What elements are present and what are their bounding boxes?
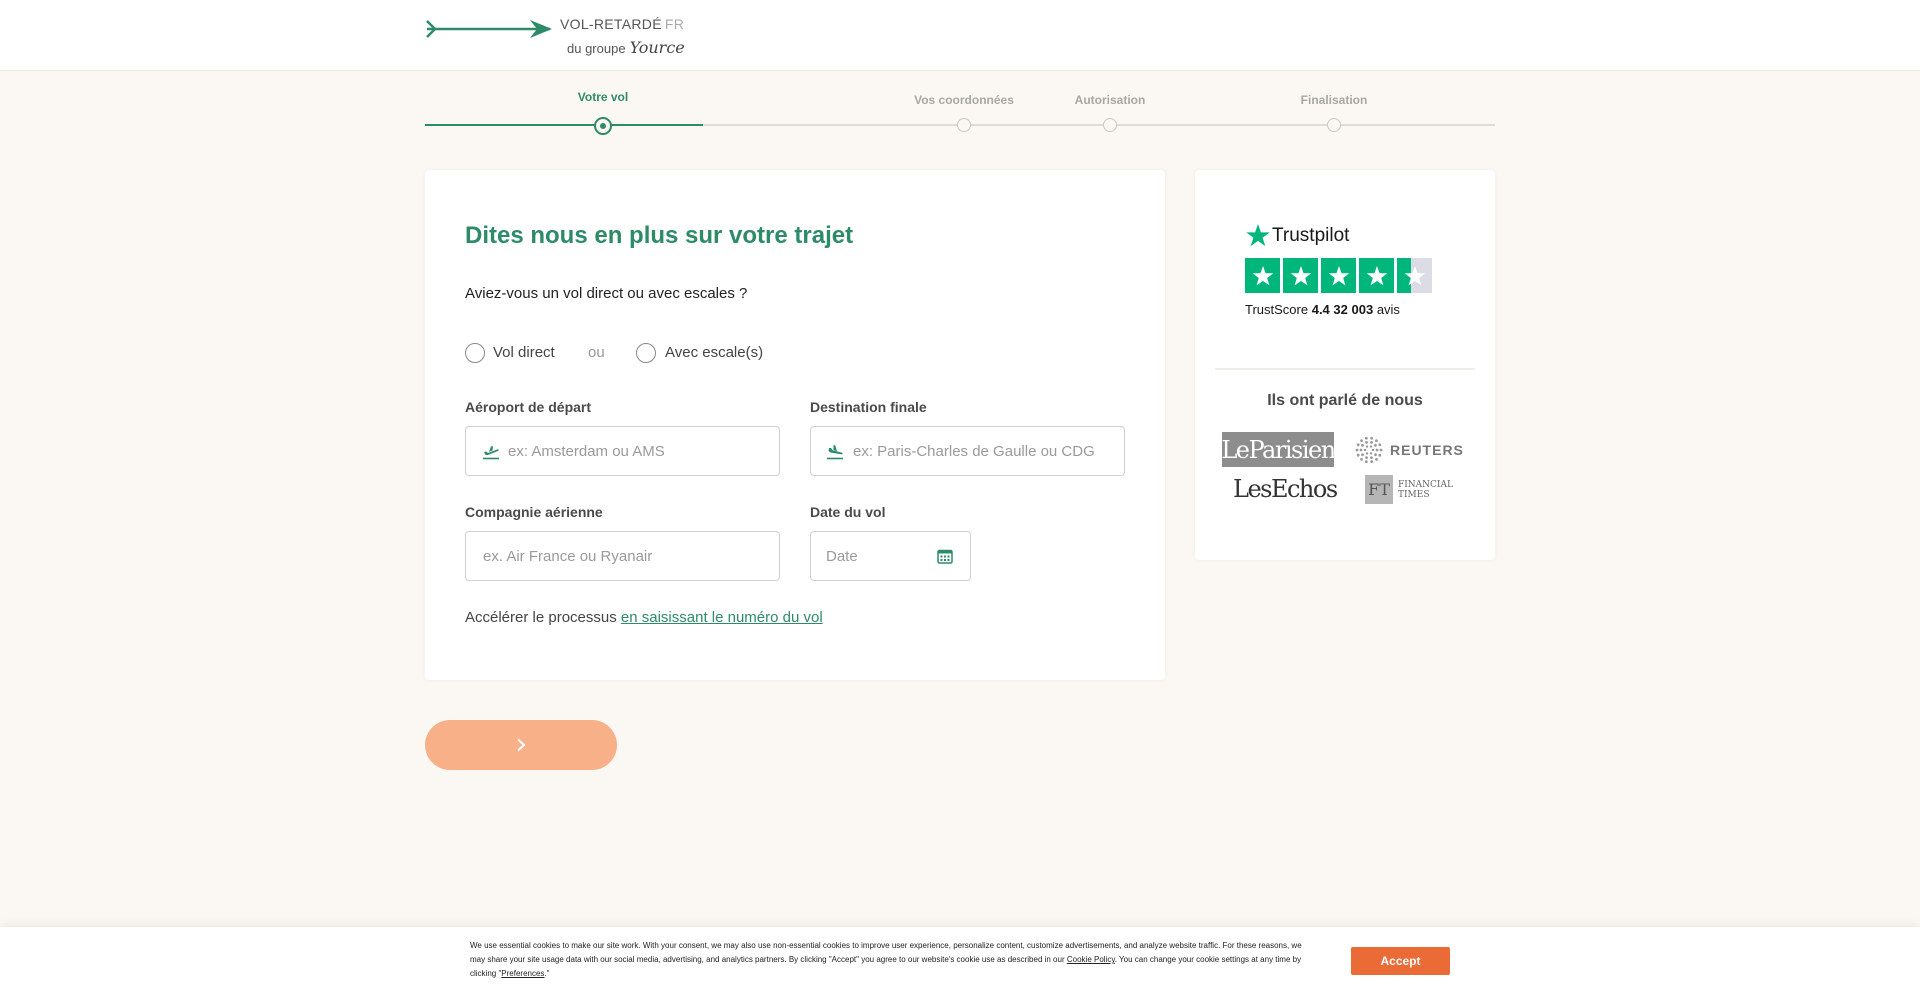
trustpilot-name: Trustpilot xyxy=(1272,225,1350,246)
progress-stepper: Votre vol Vos coordonnées Autorisation F… xyxy=(425,88,1495,138)
site-logo[interactable]: VOL-RETARDÉ FR du groupe Yource xyxy=(425,14,685,62)
site-header: VOL-RETARDÉ FR du groupe Yource xyxy=(0,0,1920,71)
stopover-flight-label[interactable]: Avec escale(s) xyxy=(665,344,763,361)
trustpilot-star-5 xyxy=(1397,258,1432,293)
press-title: Ils ont parlé de nous xyxy=(1267,392,1423,409)
airline-label: Compagnie aérienne xyxy=(465,504,603,520)
destination-label: Destination finale xyxy=(810,399,927,415)
departure-airport-input[interactable] xyxy=(465,426,780,476)
les-echos-logo: LesEchos xyxy=(1233,475,1338,503)
flight-number-link[interactable]: en saisissant le numéro du vol xyxy=(621,609,823,626)
step-label-votre-vol: Votre vol xyxy=(577,90,629,104)
step-dot-finalisation[interactable] xyxy=(1327,118,1341,132)
cookie-preferences-link[interactable]: Preferences xyxy=(501,969,544,978)
le-parisien-logo: LeParisien xyxy=(1221,432,1336,467)
stepper-line-pending xyxy=(703,124,1495,126)
logo-subtitle: du groupe Yource xyxy=(567,38,685,57)
yource-brand: Yource xyxy=(629,38,685,57)
trustpilot-review-count: 32 003 xyxy=(1333,302,1374,317)
form-title: Dites nous en plus sur votre trajet xyxy=(465,222,854,249)
radio-or-separator: ou xyxy=(588,344,605,361)
side-divider xyxy=(1215,368,1475,370)
stepper-line-complete xyxy=(425,124,703,126)
plane-arrival-icon xyxy=(827,445,843,460)
airline-input[interactable] xyxy=(465,531,780,581)
step-dot-votre-vol[interactable] xyxy=(594,117,612,135)
trustpilot-header[interactable]: Trustpilot xyxy=(1245,223,1365,249)
financial-times-logo: FT FINANCIAL TIMES xyxy=(1365,475,1465,507)
destination-airport-input[interactable] xyxy=(810,426,1125,476)
step-dot-autorisation[interactable] xyxy=(1103,118,1117,132)
logo-title: VOL-RETARDÉ FR xyxy=(560,16,685,32)
cookie-policy-link[interactable]: Cookie Policy xyxy=(1067,955,1115,964)
cookie-accept-button[interactable]: Accept xyxy=(1351,947,1450,975)
step-label-finalisation: Finalisation xyxy=(1300,93,1368,107)
trustpilot-star-3 xyxy=(1321,258,1356,293)
trustpilot-star-1 xyxy=(1245,258,1280,293)
chevron-right-icon xyxy=(517,738,526,752)
trustscore-value: 4.4 xyxy=(1311,302,1330,317)
flight-type-question: Aviez-vous un vol direct ou avec escales… xyxy=(465,285,748,302)
direct-flight-label[interactable]: Vol direct xyxy=(493,344,555,361)
cookie-banner: We use essential cookies to make our sit… xyxy=(0,927,1920,993)
departure-label: Aéroport de départ xyxy=(465,399,592,415)
trustscore-text: TrustScore 4.4 32 003 avis xyxy=(1245,302,1400,317)
flight-form-card: Dites nous en plus sur votre trajet Avie… xyxy=(425,170,1165,680)
trustpilot-rating-stars xyxy=(1245,258,1435,294)
plane-arrow-icon xyxy=(426,20,552,38)
calendar-icon[interactable] xyxy=(937,548,953,564)
flight-type-radio-group: Vol direct ou Avec escale(s) xyxy=(465,343,865,365)
direct-flight-radio[interactable] xyxy=(465,343,485,363)
step-label-coordonnees: Vos coordonnées xyxy=(914,93,1014,107)
reuters-logo: REUTERS xyxy=(1353,434,1473,466)
step-label-autorisation: Autorisation xyxy=(1074,93,1146,107)
trustpilot-star-icon xyxy=(1246,224,1270,247)
plane-departure-icon xyxy=(483,446,499,460)
trustpilot-star-2 xyxy=(1283,258,1318,293)
speed-up-hint: Accélérer le processus en saisissant le … xyxy=(465,609,823,626)
flight-date-label: Date du vol xyxy=(810,504,886,520)
next-step-button[interactable] xyxy=(425,720,617,770)
step-dot-coordonnees[interactable] xyxy=(957,118,971,132)
stopover-flight-radio[interactable] xyxy=(636,343,656,363)
trust-side-card: Trustpilot TrustScore 4.4 32 003 avis Il… xyxy=(1195,170,1495,560)
reuters-dots-icon xyxy=(1355,436,1383,464)
cookie-text: We use essential cookies to make our sit… xyxy=(470,941,1302,978)
trustpilot-star-4 xyxy=(1359,258,1394,293)
